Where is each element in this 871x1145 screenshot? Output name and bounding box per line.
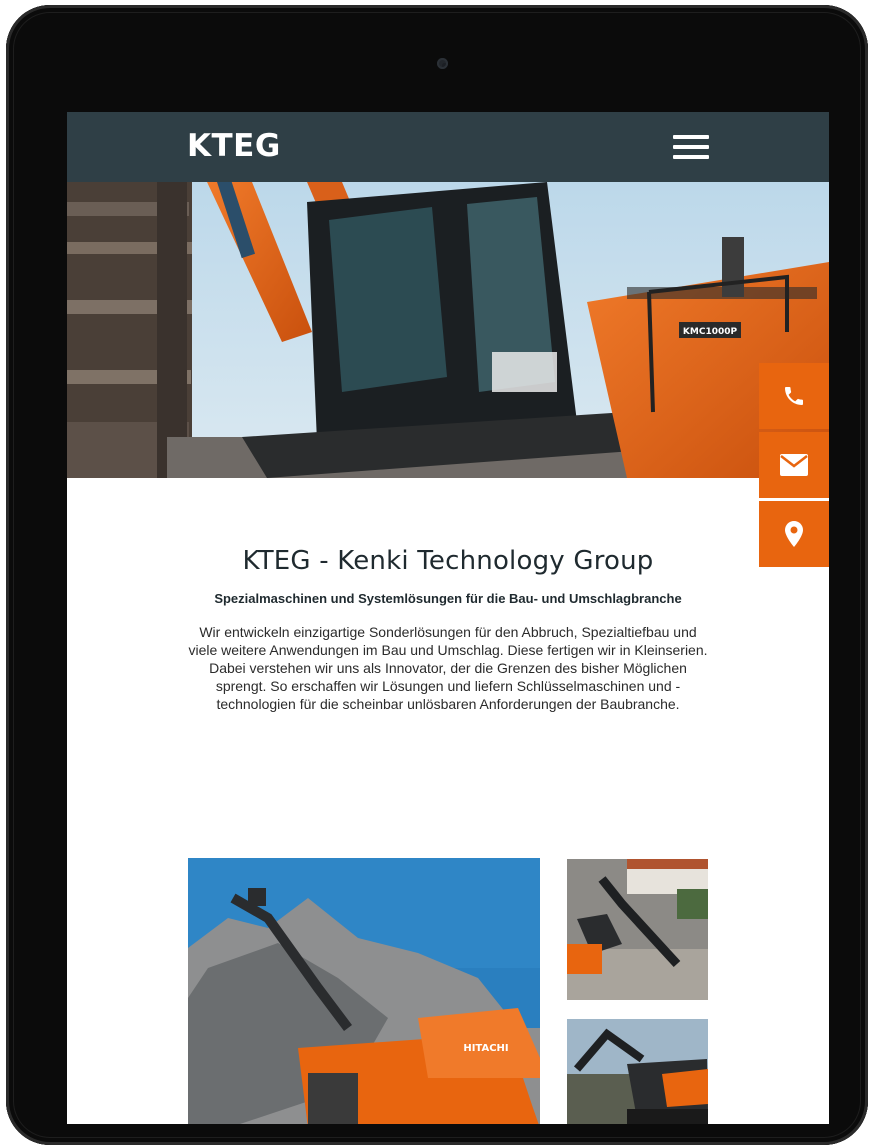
gallery-thumb-2[interactable] [567, 1019, 708, 1124]
screen: KTEG KMC1000P KTEG - Kenki Technology Gr… [67, 112, 829, 1124]
intro-section: KTEG - Kenki Technology Group Spezialmas… [67, 478, 829, 713]
hero-machine-badge: KMC1000P [683, 327, 738, 337]
mail-icon [780, 454, 808, 476]
gallery-machine-badge: HITACHI [463, 1043, 508, 1054]
site-logo[interactable]: KTEG [187, 128, 281, 164]
intro-text: Wir entwickeln einzigartige Sonderlösung… [188, 624, 708, 712]
hamburger-menu-icon[interactable] [673, 135, 709, 159]
site-header: KTEG [67, 112, 829, 182]
hero-image: KMC1000P [67, 182, 829, 478]
phone-icon [785, 387, 803, 405]
phone-button[interactable] [759, 363, 829, 429]
page-subtitle: Spezialmaschinen und Systemlösungen für … [214, 591, 682, 606]
camera-icon [437, 58, 448, 69]
page-title: KTEG - Kenki Technology Group [242, 546, 654, 576]
gallery-thumb-1[interactable] [567, 859, 708, 1000]
tablet-frame: KTEG KMC1000P KTEG - Kenki Technology Gr… [6, 5, 868, 1145]
gallery-main-image[interactable]: HITACHI [188, 858, 540, 1124]
